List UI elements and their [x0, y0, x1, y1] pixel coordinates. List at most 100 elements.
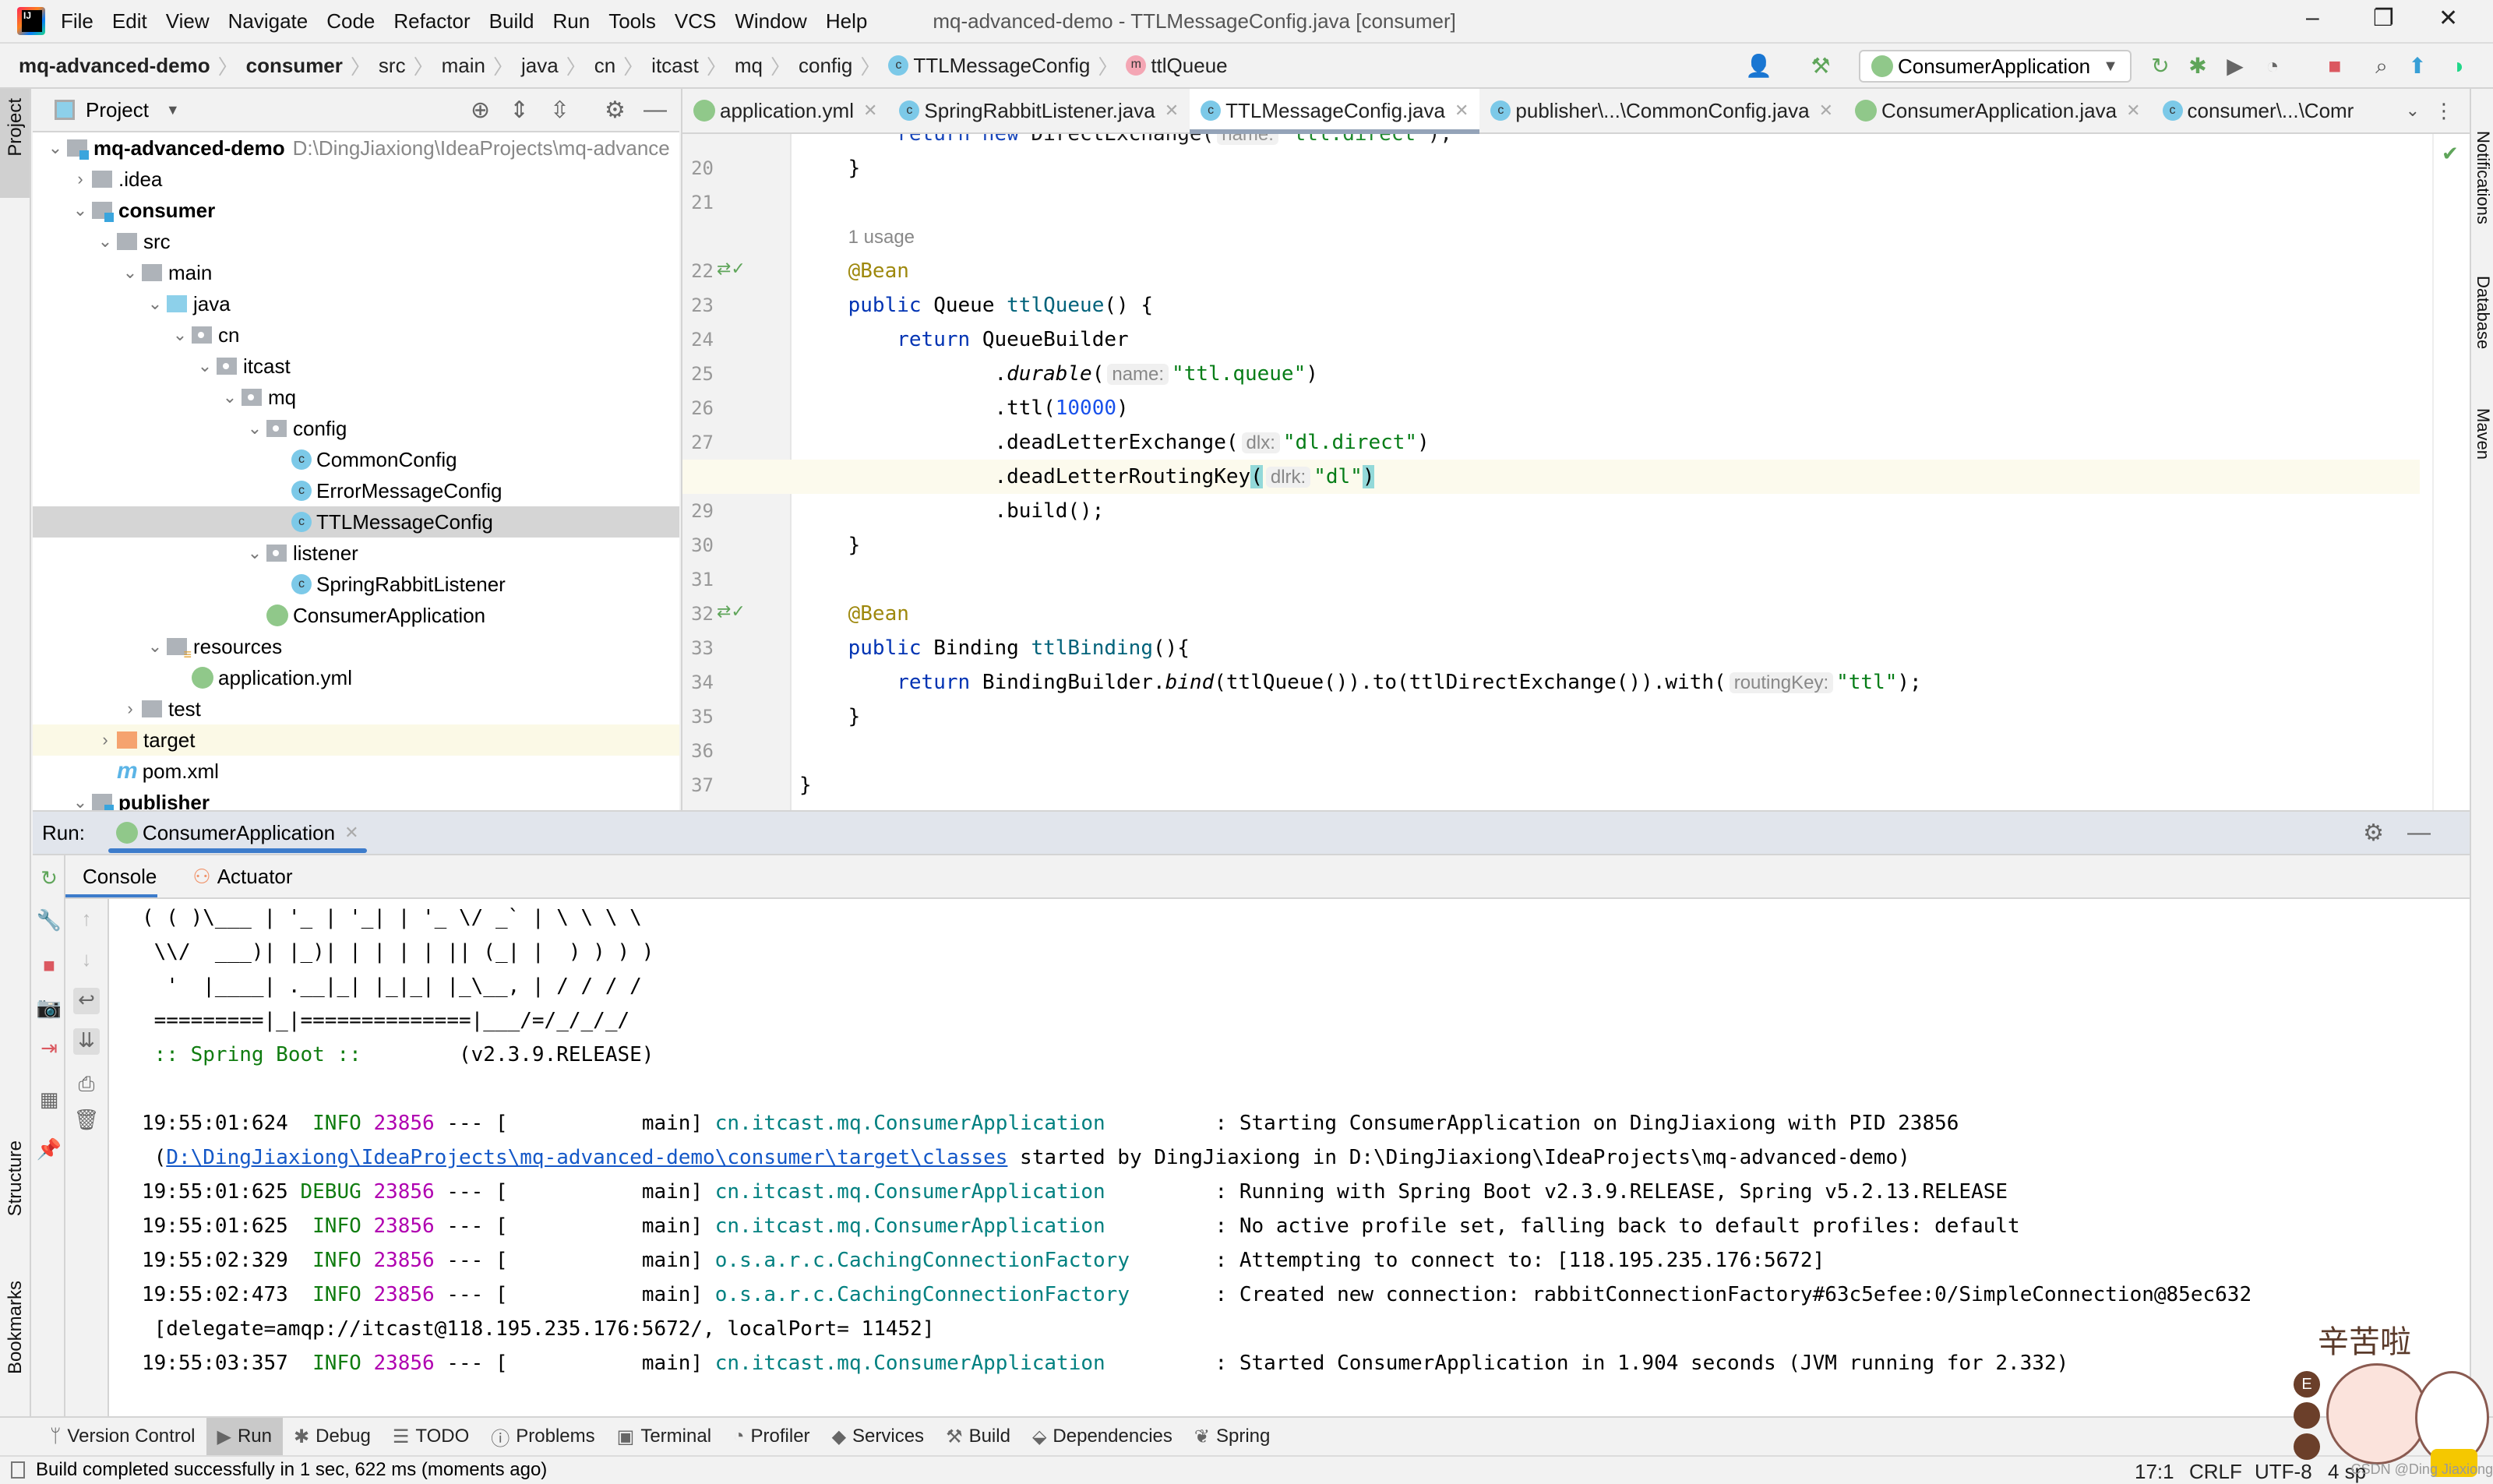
log-path-link[interactable]: D:\DingJiaxiong\IdeaProjects\mq-advanced…	[166, 1146, 1007, 1169]
tree-item-itcast[interactable]: ⌄ itcast	[33, 351, 679, 382]
chevron-down-icon[interactable]: ⌄	[118, 263, 142, 283]
soft-wrap-icon[interactable]: ↩	[73, 988, 100, 1014]
print-icon[interactable]: ⎙	[73, 1072, 100, 1098]
scroll-to-end-icon[interactable]: ⇊	[73, 1028, 100, 1055]
close-tab-icon[interactable]: ✕	[1819, 100, 1833, 121]
minimize-button[interactable]: –	[2306, 5, 2319, 31]
run-tab-consumer-application[interactable]: ConsumerApplication ✕	[108, 811, 367, 855]
editor-tab[interactable]: c TTLMessageConfig.java ✕	[1190, 89, 1480, 134]
tab-console[interactable]: Console	[83, 855, 157, 898]
more-tabs-icon[interactable]: ⋮	[2434, 99, 2454, 123]
code-line[interactable]	[682, 734, 2420, 768]
chevron-down-icon[interactable]: ⌄	[168, 325, 192, 345]
log-logger[interactable]: cn.itcast.mq.ConsumerApplication	[715, 1214, 1105, 1238]
bookmarks-tab[interactable]: Bookmarks	[5, 1281, 26, 1374]
menu-window[interactable]: Window	[735, 9, 806, 33]
breadcrumb-cn[interactable]: cn	[594, 54, 615, 78]
tool-window-services[interactable]: ◆ Services	[821, 1418, 936, 1455]
code-line[interactable]: @Bean	[682, 254, 2420, 288]
code-line[interactable]: }	[682, 151, 2420, 185]
update-icon[interactable]: ⬆	[2404, 53, 2431, 79]
code-line[interactable]: }	[682, 768, 2420, 802]
breadcrumb-method[interactable]: ttlQueue	[1151, 54, 1227, 78]
project-view-title[interactable]: Project	[86, 98, 149, 122]
search-everywhere-icon[interactable]: ⌕	[2368, 53, 2395, 79]
code-line[interactable]: }	[682, 528, 2420, 562]
scroll-down-icon[interactable]: ↓	[73, 947, 100, 974]
code-line[interactable]: return BindingBuilder.bind(ttlQueue()).t…	[682, 665, 2420, 700]
code-line[interactable]: .deadLetterRoutingKey(dlrk: "dl")	[682, 460, 2420, 494]
profile-icon[interactable]: ◔	[2259, 53, 2286, 79]
jetbrains-toolbox-icon[interactable]: ◗	[2446, 53, 2473, 79]
expand-all-icon[interactable]: ⇕	[510, 97, 529, 124]
tool-window-spring[interactable]: ❦ Spring	[1183, 1418, 1281, 1455]
menu-tools[interactable]: Tools	[608, 9, 656, 33]
stop-icon[interactable]: ■	[36, 953, 62, 980]
log-logger[interactable]: cn.itcast.mq.ConsumerApplication	[715, 1112, 1105, 1135]
line-separator[interactable]: CRLF	[2189, 1460, 2242, 1484]
menu-refactor[interactable]: Refactor	[393, 9, 470, 33]
tree-item-springrabbitlistener[interactable]: c SpringRabbitListener	[33, 569, 679, 600]
run-configuration-select[interactable]: ConsumerApplication ▼	[1859, 50, 2132, 83]
hide-panel-icon[interactable]: —	[2407, 820, 2431, 846]
chevron-down-icon[interactable]: ⌄	[143, 294, 167, 314]
project-tool-tab[interactable]: Project	[0, 89, 30, 198]
tree-item-commonconfig[interactable]: c CommonConfig	[33, 444, 679, 475]
breadcrumb-itcast[interactable]: itcast	[651, 54, 699, 78]
editor-tab[interactable]: application.yml ✕	[682, 89, 888, 132]
exit-icon[interactable]: ⇥	[36, 1036, 62, 1063]
menu-code[interactable]: Code	[326, 9, 375, 33]
code-line[interactable]: .deadLetterExchange(dlx: "dl.direct")	[682, 425, 2420, 460]
code-line[interactable]: .build();	[682, 494, 2420, 528]
code-line[interactable]: }	[682, 700, 2420, 734]
code-line[interactable]: .ttl(10000)	[682, 391, 2420, 425]
chevron-down-icon[interactable]: ▼	[166, 102, 180, 118]
code-line[interactable]: 1 usage	[682, 220, 2420, 254]
debug-icon[interactable]: ✱	[2184, 53, 2211, 79]
tree-item-listener[interactable]: ⌄ listener	[33, 538, 679, 569]
chevron-down-icon[interactable]: ⌄	[243, 543, 266, 563]
layout-icon[interactable]: ▦	[36, 1087, 62, 1114]
editor-tab[interactable]: c consumer\...\Comr	[2152, 89, 2365, 132]
tree-item-idea[interactable]: › .idea	[33, 164, 679, 195]
menu-build[interactable]: Build	[489, 9, 534, 33]
tree-item-consumerapplication[interactable]: ConsumerApplication	[33, 600, 679, 631]
close-tab-icon[interactable]: ✕	[863, 100, 877, 121]
caret-position[interactable]: 17:1	[2135, 1460, 2174, 1484]
gear-icon[interactable]: ⚙	[605, 97, 626, 124]
code-line[interactable]: return QueueBuilder	[682, 323, 2420, 357]
code-line[interactable]	[682, 562, 2420, 597]
breadcrumb-module[interactable]: consumer	[246, 54, 343, 78]
menu-edit[interactable]: Edit	[112, 9, 147, 33]
tree-item-mq-advanced-demo[interactable]: ⌄ mq-advanced-demo D:\DingJiaxiong\IdeaPro…	[33, 132, 679, 164]
tool-window-run[interactable]: ▶ Run	[206, 1418, 283, 1455]
wrench-icon[interactable]: 🔧	[36, 908, 62, 935]
build-hammer-icon[interactable]: ⚒	[1807, 53, 1834, 79]
tool-window-todo[interactable]: ☰ TODO	[382, 1418, 480, 1455]
tool-window-profiler[interactable]: ◔ Profiler	[722, 1418, 821, 1455]
log-logger[interactable]: cn.itcast.mq.ConsumerApplication	[715, 1180, 1105, 1204]
chevron-down-icon[interactable]: ⌄	[69, 200, 92, 220]
menu-help[interactable]: Help	[826, 9, 867, 33]
hide-panel-icon[interactable]: —	[644, 97, 667, 123]
log-logger[interactable]: cn.itcast.mq.ConsumerApplication	[715, 1352, 1105, 1375]
breadcrumb-mq[interactable]: mq	[735, 54, 763, 78]
breadcrumb-java[interactable]: java	[521, 54, 559, 78]
chevron-down-icon[interactable]: ⌄	[193, 356, 217, 376]
tree-item-src[interactable]: ⌄ src	[33, 226, 679, 257]
breadcrumb-main[interactable]: main	[442, 54, 485, 78]
code-line[interactable]: @Bean	[682, 597, 2420, 631]
close-window-button[interactable]: ✕	[2438, 5, 2458, 32]
chevron-down-icon[interactable]: ⌄	[2406, 100, 2420, 121]
tool-window-problems[interactable]: ⓘ Problems	[480, 1418, 605, 1455]
rerun-icon[interactable]: ↻	[2147, 53, 2174, 79]
maven-tab[interactable]: Maven	[2473, 408, 2493, 460]
chevron-down-icon[interactable]: ⌄	[93, 231, 117, 252]
editor-tab[interactable]: c publisher\...\CommonConfig.java ✕	[1479, 89, 1844, 132]
gear-icon[interactable]: ⚙	[2363, 820, 2384, 847]
camera-icon[interactable]: 📷	[36, 996, 62, 1022]
menu-navigate[interactable]: Navigate	[228, 9, 309, 33]
tab-actuator[interactable]: Actuator	[217, 865, 293, 889]
collapse-all-icon[interactable]: ⇳	[550, 97, 569, 124]
structure-tab[interactable]: Structure	[5, 1140, 26, 1216]
